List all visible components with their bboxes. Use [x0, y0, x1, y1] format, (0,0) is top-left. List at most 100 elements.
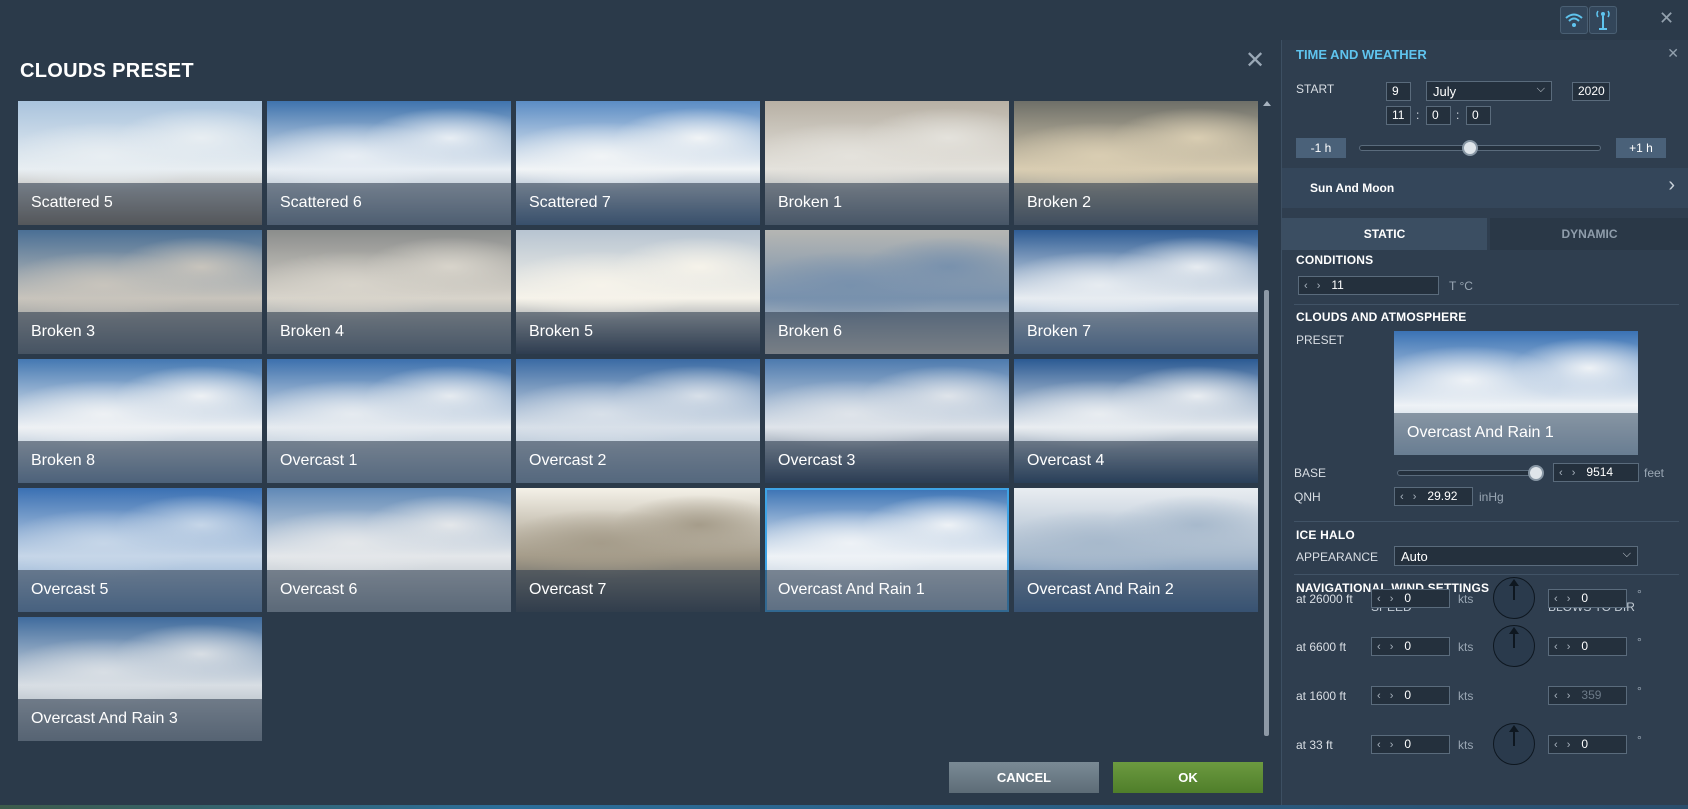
preset-tile-label: Broken 2 [1014, 183, 1258, 225]
base-slider-knob[interactable] [1528, 465, 1545, 481]
chevron-down-icon: ⌵ [1622, 548, 1631, 560]
stepper-arrows-icon: ‹ › [1377, 690, 1397, 702]
preset-tile-label: Overcast 1 [267, 441, 511, 483]
preset-tile[interactable]: Overcast And Rain 1 [765, 488, 1009, 612]
preset-tile[interactable]: Broken 7 [1014, 230, 1258, 354]
preset-tile[interactable]: Overcast 5 [18, 488, 262, 612]
preset-tile[interactable]: Scattered 7 [516, 101, 760, 225]
plus-hour-button[interactable]: +1 h [1616, 138, 1666, 158]
wind-direction-field[interactable]: ‹ › 0 [1548, 735, 1627, 754]
minus-hour-button[interactable]: -1 h [1296, 138, 1346, 158]
preset-tile[interactable]: Overcast 3 [765, 359, 1009, 483]
wind-direction-field[interactable]: ‹ › 0 [1548, 589, 1627, 608]
preset-tile[interactable]: Scattered 6 [267, 101, 511, 225]
wind-direction-value: 0 [1581, 737, 1589, 751]
wind-speed-value: 0 [1404, 737, 1412, 751]
close-icon[interactable]: ✕ [1667, 45, 1679, 62]
cancel-button[interactable]: CANCEL [949, 762, 1099, 793]
app-root: ✕ CLOUDS PRESET ✕ Scattered 5 Scattered 6… [0, 0, 1688, 809]
wind-speed-value: 0 [1404, 591, 1412, 605]
preset-tile[interactable]: Overcast 1 [267, 359, 511, 483]
preset-tile[interactable]: Scattered 5 [18, 101, 262, 225]
wind-altitude-label: at 33 ft [1296, 738, 1333, 752]
base-slider[interactable] [1397, 470, 1539, 476]
preset-tile-label: Scattered 7 [516, 183, 760, 225]
stepper-arrows-icon: ‹ › [1377, 593, 1397, 605]
preset-tile-label: Broken 8 [18, 441, 262, 483]
degree-unit: ° [1637, 635, 1642, 649]
speed-unit: kts [1458, 640, 1474, 654]
appearance-select[interactable]: Auto ⌵ [1394, 546, 1638, 566]
preset-tile[interactable]: Broken 3 [18, 230, 262, 354]
second-field[interactable]: 0 [1466, 106, 1491, 125]
wind-direction-dial[interactable] [1493, 625, 1535, 667]
preset-grid: Scattered 5 Scattered 6 Scattered 7 Broken … [18, 101, 1260, 741]
wifi-icon[interactable] [1560, 6, 1588, 34]
preset-tile[interactable]: Broken 8 [18, 359, 262, 483]
wind-direction-value: 359 [1581, 688, 1602, 702]
preset-tile[interactable]: Broken 6 [765, 230, 1009, 354]
preset-tile-label: Broken 5 [516, 312, 760, 354]
ice-halo-heading: ICE HALO [1296, 528, 1355, 542]
wind-speed-field[interactable]: ‹ › 0 [1371, 637, 1450, 656]
qnh-field[interactable]: ‹ › 29.92 [1394, 487, 1473, 506]
preset-tile[interactable]: Overcast 2 [516, 359, 760, 483]
preset-tile-label: Overcast And Rain 2 [1014, 570, 1258, 612]
base-field[interactable]: ‹ › 9514 [1553, 463, 1639, 482]
scrollbar[interactable] [1262, 101, 1272, 741]
stepper-arrows-icon: ‹ › [1377, 641, 1397, 653]
panel-header: TIME AND WEATHER ✕ [1282, 40, 1688, 68]
wind-altitude-label: at 6600 ft [1296, 640, 1347, 654]
preset-tile-label: Broken 3 [18, 312, 262, 354]
base-value: 9514 [1586, 465, 1614, 479]
clouds-heading: CLOUDS AND ATMOSPHERE [1296, 310, 1467, 324]
preset-tile[interactable]: Overcast And Rain 2 [1014, 488, 1258, 612]
wind-direction-field[interactable]: ‹ › 0 [1548, 637, 1627, 656]
wind-speed-field[interactable]: ‹ › 0 [1371, 686, 1450, 705]
preset-tile[interactable]: Broken 4 [267, 230, 511, 354]
time-slider-knob[interactable] [1462, 140, 1479, 156]
preset-thumbnail[interactable]: Overcast And Rain 1 [1394, 331, 1638, 455]
time-separator: : [1416, 108, 1420, 122]
wind-speed-field[interactable]: ‹ › 0 [1371, 735, 1450, 754]
wind-direction-dial[interactable] [1493, 723, 1535, 765]
close-icon[interactable]: ✕ [1244, 49, 1266, 73]
wind-speed-value: 0 [1404, 688, 1412, 702]
ok-button[interactable]: OK [1113, 762, 1263, 793]
temperature-field[interactable]: ‹ › 11 [1298, 276, 1439, 295]
time-slider[interactable] [1359, 145, 1601, 151]
stepper-arrows-icon: ‹ › [1559, 467, 1579, 479]
dial-needle [1513, 728, 1515, 746]
preset-tile[interactable]: Overcast 7 [516, 488, 760, 612]
hour-field[interactable]: 11 [1386, 106, 1411, 125]
preset-tile[interactable]: Overcast 4 [1014, 359, 1258, 483]
preset-tile[interactable]: Overcast 6 [267, 488, 511, 612]
preset-tile[interactable]: Broken 5 [516, 230, 760, 354]
scroll-up-icon[interactable] [1263, 101, 1271, 106]
minute-field[interactable]: 0 [1426, 106, 1451, 125]
scroll-thumb[interactable] [1264, 290, 1269, 736]
preset-tile[interactable]: Overcast And Rain 3 [18, 617, 262, 741]
preset-tile-label: Overcast 4 [1014, 441, 1258, 483]
wind-altitude-label: at 26000 ft [1296, 592, 1353, 606]
sun-and-moon-label: Sun And Moon [1310, 181, 1395, 195]
stepper-arrows-icon: ‹ › [1554, 641, 1574, 653]
preset-tile-label: Overcast 7 [516, 570, 760, 612]
preset-tile-label: Overcast 2 [516, 441, 760, 483]
preset-tile[interactable]: Broken 1 [765, 101, 1009, 225]
wind-speed-field[interactable]: ‹ › 0 [1371, 589, 1450, 608]
conditions-heading: CONDITIONS [1296, 253, 1374, 267]
tab-dynamic[interactable]: DYNAMIC [1490, 218, 1688, 250]
tab-static[interactable]: STATIC [1282, 218, 1487, 250]
close-icon[interactable]: ✕ [1659, 9, 1675, 27]
wind-direction-dial[interactable] [1493, 577, 1535, 619]
preset-tile-label: Scattered 6 [267, 183, 511, 225]
antenna-icon[interactable] [1589, 6, 1617, 34]
preset-tile[interactable]: Broken 2 [1014, 101, 1258, 225]
divider [1294, 521, 1679, 522]
day-field[interactable]: 9 [1386, 82, 1411, 101]
year-field[interactable]: 2020 [1572, 82, 1610, 101]
temperature-unit: T °C [1449, 279, 1473, 293]
sun-and-moon-row[interactable]: Sun And Moon › [1282, 168, 1688, 208]
month-select[interactable]: July ⌵ [1426, 81, 1552, 101]
